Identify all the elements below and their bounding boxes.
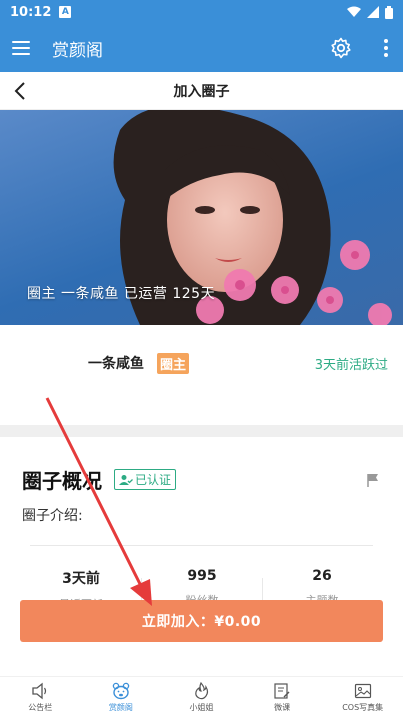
verified-user-icon: [119, 474, 133, 485]
bottom-navigation: 公告栏 赏颜阁 小姐姐 微课 COS写真集: [0, 676, 403, 716]
stat-value: 3天前: [62, 571, 100, 587]
status-time: 10:12: [10, 4, 52, 20]
report-flag-icon[interactable]: [365, 472, 381, 488]
more-options-icon[interactable]: [381, 39, 391, 57]
speaker-icon: [32, 682, 47, 699]
status-bar: 10:12 A: [0, 0, 403, 24]
tab-label: 公告栏: [28, 702, 53, 712]
page-title: 加入圈子: [173, 83, 230, 100]
tab-label: 微课: [274, 702, 291, 712]
settings-gear-icon[interactable]: [329, 36, 353, 60]
signal-icon: [367, 6, 379, 18]
notification-badge-icon: A: [59, 6, 72, 18]
bear-icon: [112, 682, 130, 699]
tab-label: 赏颜阁: [108, 702, 133, 712]
owner-row: 一条咸鱼 圈主 3天前活跃过: [0, 340, 403, 386]
intro-label: 圈子介绍:: [22, 508, 83, 524]
wifi-icon: [347, 6, 361, 17]
app-bar: 赏颜阁: [0, 24, 403, 72]
circle-cover-image: 圈主 一条咸鱼 已运营 125天: [0, 110, 403, 325]
tab-label: COS写真集: [342, 702, 384, 712]
battery-icon: [385, 5, 393, 19]
page-header: 加入圈子: [0, 72, 403, 110]
stat-value: 995: [187, 568, 217, 584]
join-now-button[interactable]: 立即加入：¥0.00: [20, 600, 383, 642]
verified-label: 已认证: [135, 473, 172, 487]
tab-girls[interactable]: 小姐姐: [161, 677, 242, 716]
tab-cos-album[interactable]: COS写真集: [322, 677, 403, 716]
tab-label: 小姐姐: [189, 702, 214, 712]
photo-icon: [354, 683, 371, 698]
tab-micro-class[interactable]: 微课: [242, 677, 323, 716]
menu-icon[interactable]: [12, 36, 36, 60]
last-active-text: 3天前活跃过: [314, 357, 388, 373]
owner-badge: 圈主: [157, 353, 190, 374]
section-divider: [0, 425, 403, 437]
stats-divider: [30, 545, 373, 546]
overview-title: 圈子概况: [22, 469, 102, 493]
owner-name[interactable]: 一条咸鱼: [88, 353, 144, 373]
tab-announcements[interactable]: 公告栏: [0, 677, 81, 716]
back-chevron-icon[interactable]: [10, 80, 32, 102]
tab-shangyange[interactable]: 赏颜阁: [81, 677, 162, 716]
stat-value: 26: [312, 568, 332, 584]
status-icons: [347, 5, 393, 19]
flame-icon: [195, 681, 209, 699]
app-title: 赏颜阁: [52, 40, 103, 61]
verified-badge: 已认证: [114, 469, 177, 490]
edit-doc-icon: [274, 682, 290, 699]
cover-caption: 圈主 一条咸鱼 已运营 125天: [27, 286, 216, 302]
